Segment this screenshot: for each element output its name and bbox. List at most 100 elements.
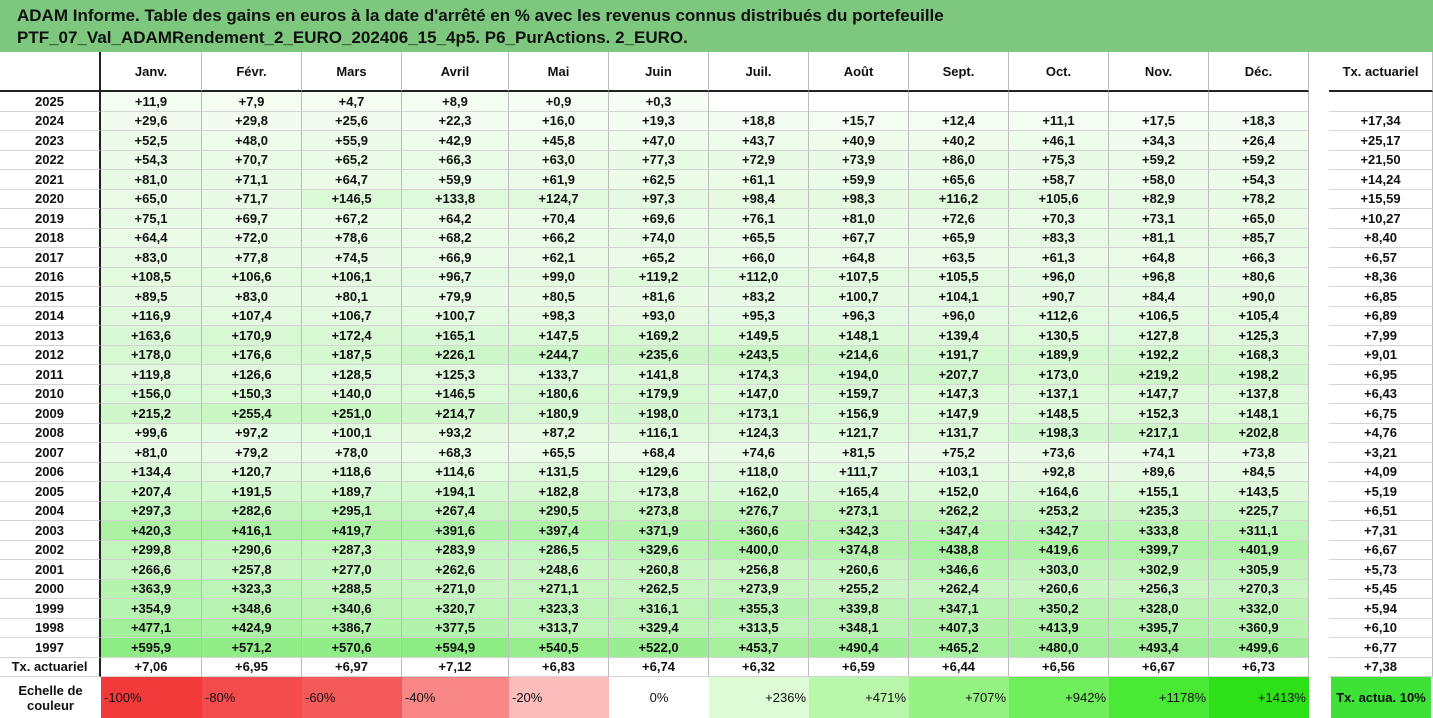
month-header: Juin (609, 52, 709, 92)
rate-cell: +21,50 (1329, 150, 1433, 170)
table-cell: +276,7 (709, 501, 809, 521)
table-cell: +137,8 (1209, 384, 1309, 404)
table-cell: +78,2 (1209, 189, 1309, 209)
table-cell: +329,4 (609, 618, 709, 638)
table-cell: +58,7 (1009, 170, 1109, 190)
table-cell: +130,5 (1009, 326, 1109, 346)
table-cell: +165,4 (809, 482, 909, 502)
table-cell: +348,1 (809, 618, 909, 638)
table-cell: +99,0 (509, 267, 609, 287)
table-cell: +92,8 (1009, 462, 1109, 482)
table-cell: +262,5 (609, 579, 709, 599)
rate-row-total: +7,38 (1329, 657, 1433, 677)
table-cell: +226,1 (402, 345, 509, 365)
month-header: Févr. (202, 52, 302, 92)
table-cell: +540,5 (509, 638, 609, 658)
rate-cell: +7,99 (1329, 326, 1433, 346)
table-cell: +89,6 (1109, 462, 1209, 482)
table-cell: +262,4 (909, 579, 1009, 599)
table-cell: +248,6 (509, 560, 609, 580)
rate-row-value: +7,12 (402, 657, 509, 677)
table-cell: +70,3 (1009, 209, 1109, 229)
year-label: 2000 (0, 579, 101, 599)
table-cell: +83,2 (709, 287, 809, 307)
rate-cell: +25,17 (1329, 131, 1433, 151)
table-cell: +214,7 (402, 404, 509, 424)
gains-table: Janv. Févr. Mars Avril Mai Juin Juil. Août Sept.… (0, 52, 1433, 718)
table-cell: +363,9 (101, 579, 202, 599)
table-cell: +67,2 (302, 209, 402, 229)
table-cell: +18,3 (1209, 111, 1309, 131)
table-cell: +52,5 (101, 131, 202, 151)
year-label: 2004 (0, 501, 101, 521)
table-cell: +120,7 (202, 462, 302, 482)
table-cell: +68,4 (609, 443, 709, 463)
table-cell: +73,6 (1009, 443, 1109, 463)
table-cell: +283,9 (402, 540, 509, 560)
month-header: Sept. (909, 52, 1009, 92)
rate-row-value: +6,59 (809, 657, 909, 677)
table-cell: +419,6 (1009, 540, 1109, 560)
table-cell: +295,1 (302, 501, 402, 521)
year-label: 2022 (0, 150, 101, 170)
table-cell: +214,6 (809, 345, 909, 365)
table-cell: +419,7 (302, 521, 402, 541)
table-cell: +61,9 (509, 170, 609, 190)
table-cell: +340,6 (302, 599, 402, 619)
rate-cell: +6,75 (1329, 404, 1433, 424)
table-cell: +128,5 (302, 365, 402, 385)
table-cell: +198,0 (609, 404, 709, 424)
table-cell: +70,4 (509, 209, 609, 229)
table-cell: +148,1 (1209, 404, 1309, 424)
table-cell: +191,5 (202, 482, 302, 502)
table-cell: +97,3 (609, 189, 709, 209)
rate-cell: +6,67 (1329, 540, 1433, 560)
table-cell: +465,2 (909, 638, 1009, 658)
table-cell: +106,6 (202, 267, 302, 287)
table-cell: +108,5 (101, 267, 202, 287)
report-title-line2: PTF_07_Val_ADAMRendement_2_EURO_202406_1… (17, 28, 688, 47)
table-cell: +112,0 (709, 267, 809, 287)
month-header: Oct. (1009, 52, 1109, 92)
rate-row-value: +6,83 (509, 657, 609, 677)
table-cell: +192,2 (1109, 345, 1209, 365)
table-cell: +150,3 (202, 384, 302, 404)
table-cell: +286,5 (509, 540, 609, 560)
table-cell: +202,8 (1209, 423, 1309, 443)
table-cell: +290,6 (202, 540, 302, 560)
table-cell: +288,5 (302, 579, 402, 599)
rate-row-value: +6,74 (609, 657, 709, 677)
header-corner (0, 52, 101, 92)
table-cell: +255,4 (202, 404, 302, 424)
table-cell (1109, 92, 1209, 112)
rate-cell: +6,89 (1329, 306, 1433, 326)
rate-row-value: +7,06 (101, 657, 202, 677)
table-cell: +141,8 (609, 365, 709, 385)
table-cell: +127,8 (1109, 326, 1209, 346)
table-cell: +59,9 (809, 170, 909, 190)
year-label: 2024 (0, 111, 101, 131)
table-cell: +156,0 (101, 384, 202, 404)
table-cell: +147,0 (709, 384, 809, 404)
table-cell: +391,6 (402, 521, 509, 541)
table-cell: +116,9 (101, 306, 202, 326)
table-cell: +438,8 (909, 540, 1009, 560)
rate-cell: +14,24 (1329, 170, 1433, 190)
table-cell: +299,8 (101, 540, 202, 560)
table-cell: +139,4 (909, 326, 1009, 346)
table-cell: +66,3 (402, 150, 509, 170)
table-cell: +323,3 (202, 579, 302, 599)
table-cell: +118,6 (302, 462, 402, 482)
table-cell: +424,9 (202, 618, 302, 638)
table-cell: +106,1 (302, 267, 402, 287)
table-cell: +125,3 (1209, 326, 1309, 346)
table-cell: +401,9 (1209, 540, 1309, 560)
scale-swatch: +471% (809, 677, 909, 718)
table-cell: +72,0 (202, 228, 302, 248)
table-cell: +371,9 (609, 521, 709, 541)
year-label: 2006 (0, 462, 101, 482)
table-cell: +499,6 (1209, 638, 1309, 658)
table-cell: +26,4 (1209, 131, 1309, 151)
table-cell: +118,0 (709, 462, 809, 482)
table-cell: +273,8 (609, 501, 709, 521)
